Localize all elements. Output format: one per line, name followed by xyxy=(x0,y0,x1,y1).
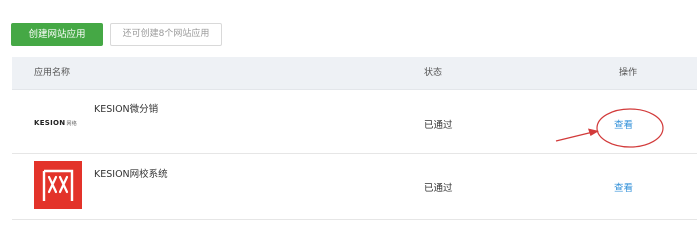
column-header-app-name: 应用名称 xyxy=(34,68,71,78)
wang-logo xyxy=(34,161,82,209)
wang-logo-glyph xyxy=(42,169,74,201)
view-link[interactable]: 查看 xyxy=(614,180,633,194)
column-header-status: 状态 xyxy=(424,68,443,78)
view-link[interactable]: 查看 xyxy=(614,117,633,131)
app-status: 已通过 xyxy=(424,183,453,194)
table-header: 应用名称 状态 操作 xyxy=(12,57,697,90)
app-name: KESION微分销 xyxy=(94,104,159,115)
create-website-app-button[interactable]: 创建网站应用 xyxy=(11,23,103,46)
app-status: 已通过 xyxy=(424,120,453,131)
apps-table: 应用名称 状态 操作 KESION网络 KESION微分销 已通过 查看 KES… xyxy=(12,57,697,224)
table-row: KESION网络 KESION微分销 已通过 查看 xyxy=(12,90,697,154)
remaining-quota-text: 还可创建8个网站应用 xyxy=(110,23,222,46)
app-name: KESION网校系统 xyxy=(94,169,168,180)
column-header-action: 操作 xyxy=(619,68,638,78)
kesion-logo: KESION网络 xyxy=(34,119,78,127)
table-row: KESION网校系统 已通过 查看 xyxy=(12,154,697,220)
